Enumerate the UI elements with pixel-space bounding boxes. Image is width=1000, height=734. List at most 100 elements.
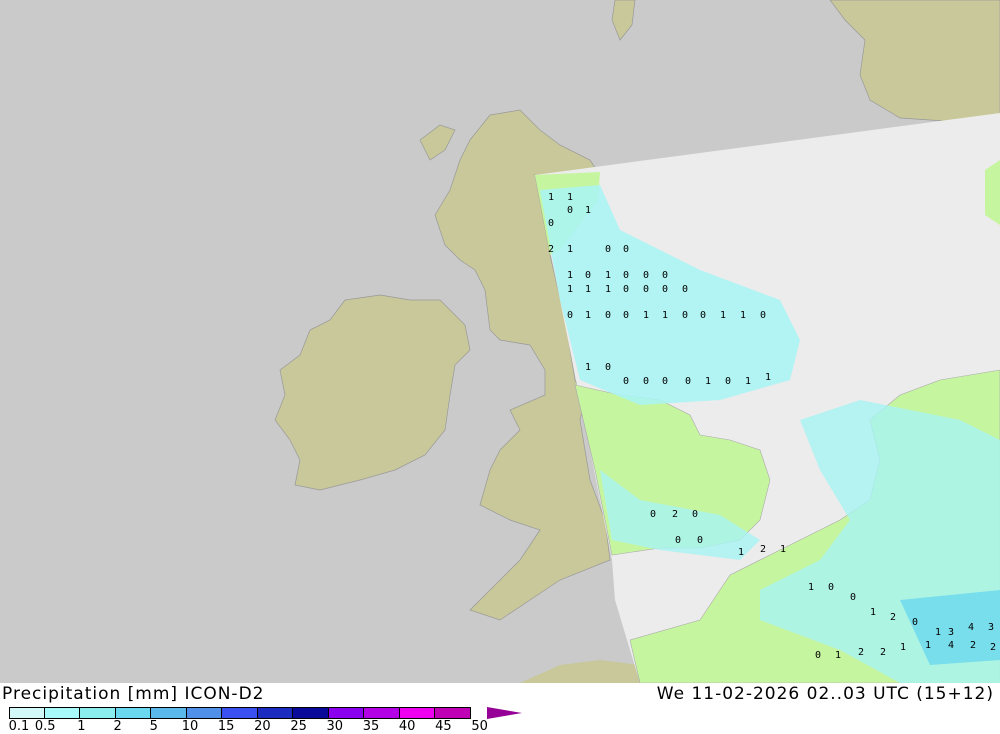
- legend-swatch: [399, 707, 435, 719]
- grid-value: 0: [760, 310, 766, 321]
- legend-tick: 50: [471, 719, 488, 734]
- grid-value: 0: [912, 617, 918, 628]
- grid-value: 0: [682, 310, 688, 321]
- grid-value: 1: [585, 362, 591, 373]
- grid-value: 1: [567, 284, 573, 295]
- grid-value: 1: [567, 244, 573, 255]
- legend-footer: Precipitation [mm] ICON-D2 We 11-02-2026…: [0, 683, 1000, 734]
- legend-tick: 10: [181, 719, 199, 734]
- grid-value: 1: [720, 310, 726, 321]
- grid-value: 1: [835, 650, 841, 661]
- grid-value: 1: [738, 547, 744, 558]
- color-scale-ticks: 0.1 0.5 1 2 5 10 15 20 25 30 35 40 45 50: [0, 719, 520, 734]
- grid-value: 0: [682, 284, 688, 295]
- grid-value: 2: [970, 640, 976, 651]
- legend-tick: 45: [435, 719, 452, 734]
- grid-value: 1: [548, 192, 554, 203]
- grid-value: 1: [705, 376, 711, 387]
- legend-tick: 5: [149, 719, 158, 734]
- legend-tick: 40: [398, 719, 416, 734]
- grid-value: 0: [623, 244, 629, 255]
- grid-value: 1: [585, 310, 591, 321]
- grid-value: 0: [675, 535, 681, 546]
- legend-tick: 30: [326, 719, 344, 734]
- grid-value: 1: [585, 205, 591, 216]
- color-scale-arrow: [487, 707, 522, 719]
- grid-value: 0: [605, 362, 611, 373]
- grid-value: 0: [685, 376, 691, 387]
- grid-value: 0: [643, 270, 649, 281]
- grid-value: 3: [948, 627, 954, 638]
- grid-value: 2: [990, 642, 996, 653]
- grid-value: 1: [605, 270, 611, 281]
- legend-tick: 0.1: [8, 719, 30, 734]
- legend-tick: 0.5: [34, 719, 56, 734]
- grid-value: 0: [643, 376, 649, 387]
- legend-tick: 35: [362, 719, 380, 734]
- grid-value: 1: [900, 642, 906, 653]
- legend-swatch: [115, 707, 151, 719]
- legend-swatch: [257, 707, 293, 719]
- legend-swatch: [186, 707, 222, 719]
- grid-value: 0: [650, 509, 656, 520]
- grid-value: 0: [662, 270, 668, 281]
- grid-value: 0: [567, 310, 573, 321]
- legend-tick: 25: [290, 719, 307, 734]
- grid-value: 0: [623, 284, 629, 295]
- grid-value: 4: [968, 622, 974, 633]
- grid-value: 1: [780, 544, 786, 555]
- grid-value: 2: [880, 647, 886, 658]
- grid-value: 3: [988, 622, 994, 633]
- grid-value: 1: [662, 310, 668, 321]
- grid-value: 0: [662, 376, 668, 387]
- color-scale-bar: [9, 707, 471, 719]
- grid-value: 0: [623, 270, 629, 281]
- legend-swatch: [222, 707, 258, 719]
- grid-value: 1: [935, 627, 941, 638]
- grid-value: 0: [605, 244, 611, 255]
- grid-value: 0: [700, 310, 706, 321]
- grid-value: 0: [567, 205, 573, 216]
- valid-time: We 11-02-2026 02..03 UTC (15+12): [656, 684, 994, 704]
- grid-value: 1: [567, 270, 573, 281]
- legend-swatch: [364, 707, 400, 719]
- legend-tick: 2: [113, 719, 122, 734]
- grid-value: 0: [643, 284, 649, 295]
- legend-swatch: [80, 707, 116, 719]
- grid-value: 0: [605, 310, 611, 321]
- precipitation-map: 1 10 102 1 0 01 0 1 0 0 01 1 1 0 0 0 00 1 0 0 1 1 0 0 1 1 01 00 0 0 0 1…: [0, 0, 1000, 683]
- map-title: Precipitation [mm] ICON-D2: [2, 684, 265, 704]
- grid-value: 2: [672, 509, 678, 520]
- legend-tick: 1: [77, 719, 86, 734]
- legend-swatch: [293, 707, 329, 719]
- legend-tick: 15: [217, 719, 235, 734]
- grid-value: 0: [850, 592, 856, 603]
- grid-value: 1: [925, 640, 931, 651]
- grid-value: 0: [692, 509, 698, 520]
- grid-value: 0: [697, 535, 703, 546]
- legend-tick: 20: [254, 719, 271, 734]
- grid-value: 0: [623, 310, 629, 321]
- grid-value: 2: [890, 612, 896, 623]
- grid-value: 1: [745, 376, 751, 387]
- grid-value: 1: [643, 310, 649, 321]
- legend-swatch: [9, 707, 45, 719]
- grid-value: 2: [760, 544, 766, 555]
- grid-value: 1: [605, 284, 611, 295]
- grid-value: 1: [765, 372, 771, 383]
- grid-value: 1: [740, 310, 746, 321]
- grid-value: 1: [808, 582, 814, 593]
- legend-swatch: [328, 707, 364, 719]
- land-denmark-domain: [985, 160, 1000, 225]
- grid-value: 0: [828, 582, 834, 593]
- grid-value: 0: [662, 284, 668, 295]
- legend-swatch: [435, 707, 471, 719]
- grid-value: 0: [815, 650, 821, 661]
- grid-value: 0: [725, 376, 731, 387]
- legend-swatch: [151, 707, 187, 719]
- grid-value: 1: [870, 607, 876, 618]
- grid-value: 1: [585, 284, 591, 295]
- grid-value: 4: [948, 640, 954, 651]
- grid-value: 0: [585, 270, 591, 281]
- legend-swatch: [44, 707, 80, 719]
